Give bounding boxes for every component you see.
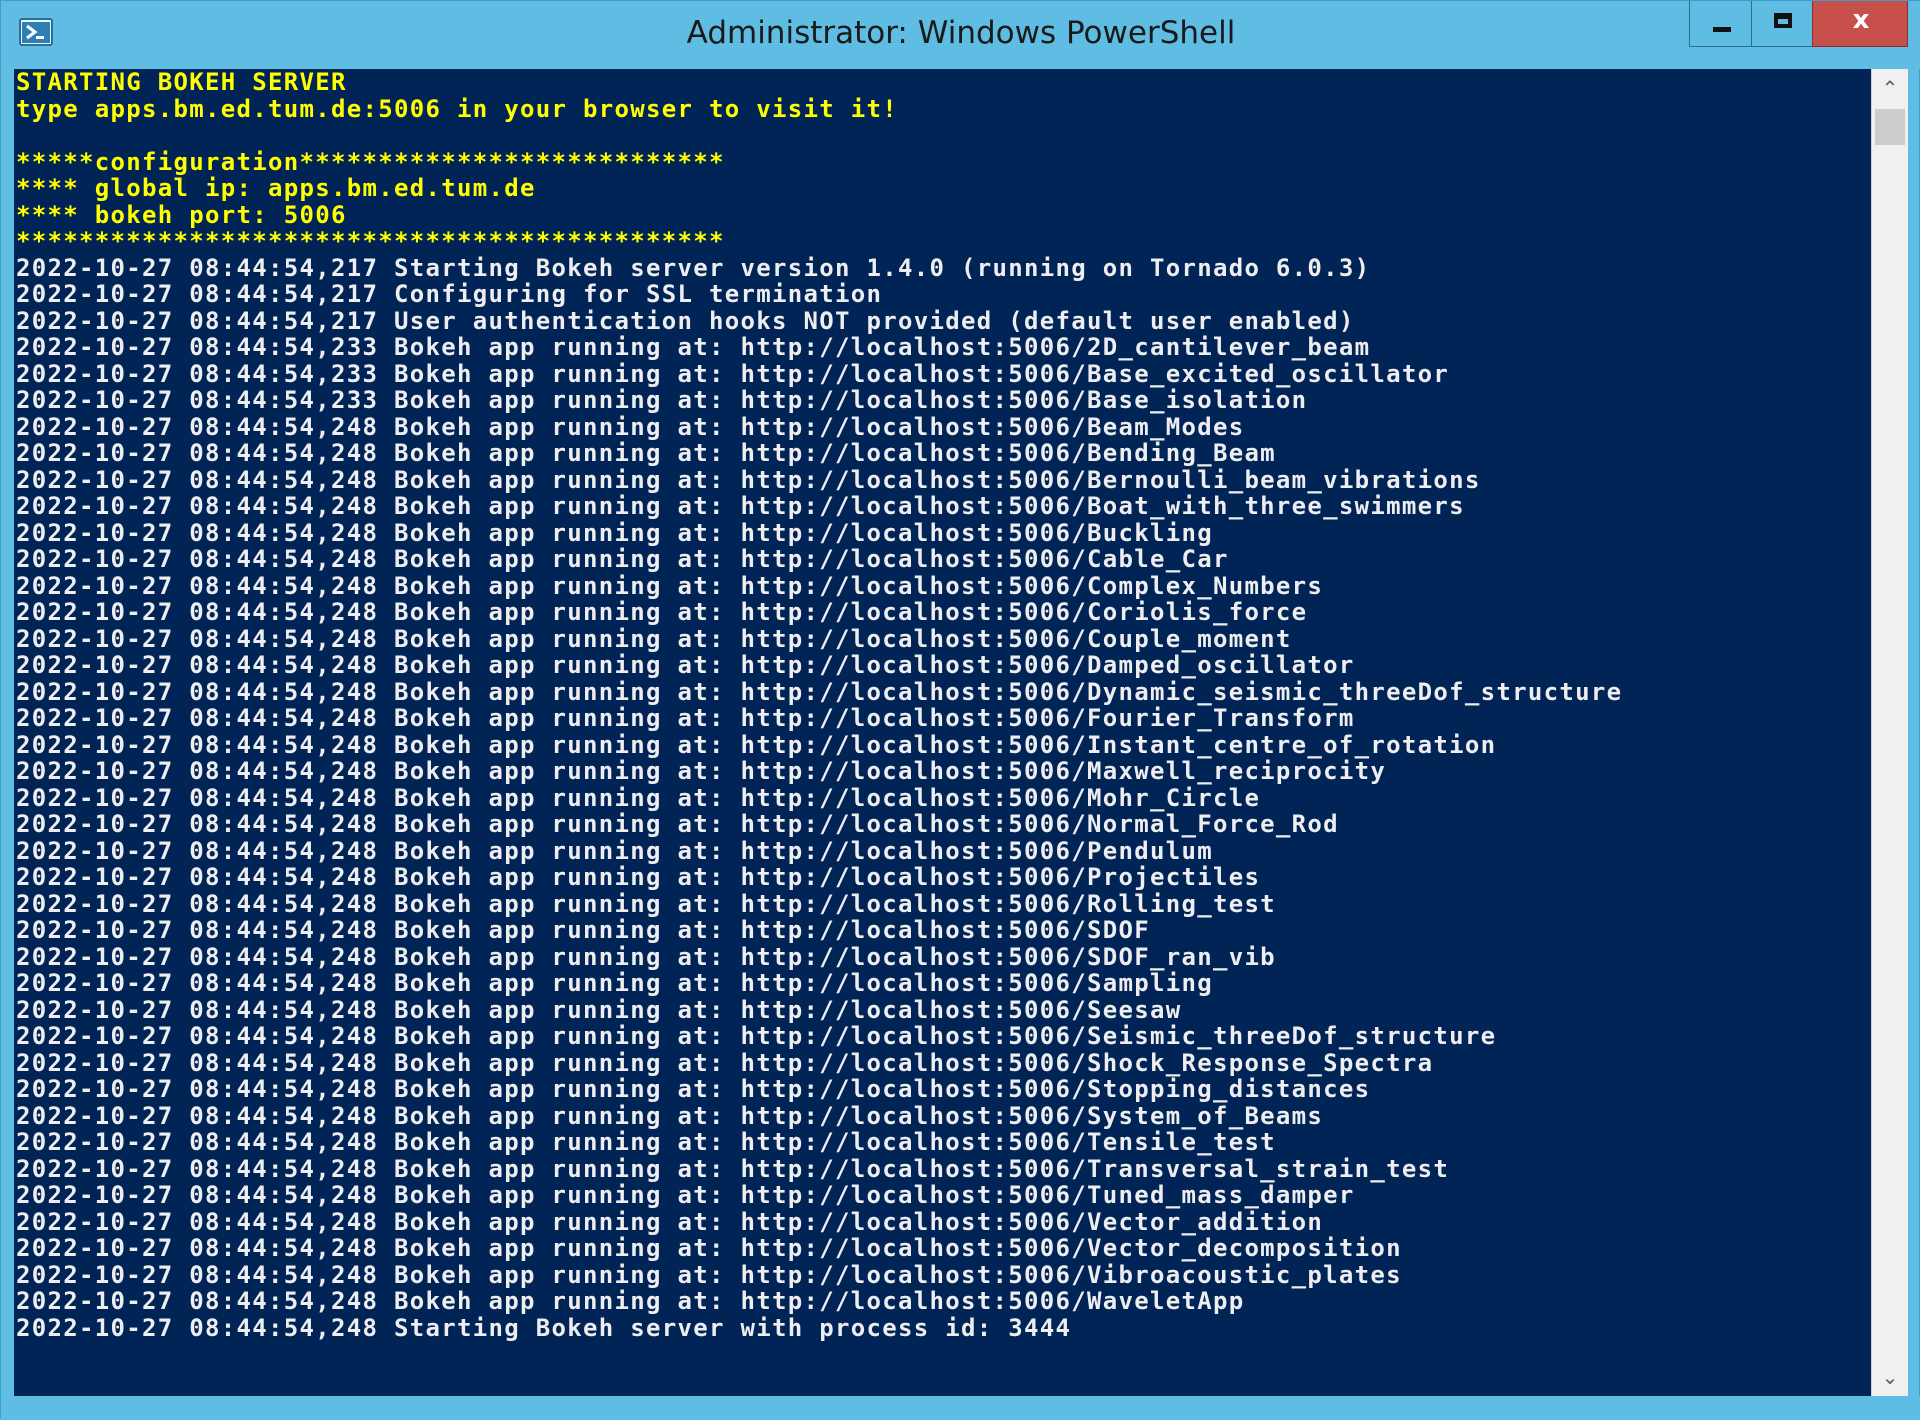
console-log-line: 2022-10-27 08:44:54,217 User authenticat… xyxy=(16,306,1355,335)
console-log-line: 2022-10-27 08:44:54,233 Bokeh app runnin… xyxy=(16,359,1450,388)
window-bottom-border xyxy=(1,1396,1920,1420)
minimize-button[interactable] xyxy=(1689,1,1752,47)
console-log-line: 2022-10-27 08:44:54,248 Bokeh app runnin… xyxy=(16,783,1261,812)
scroll-up-button[interactable]: ⌃ xyxy=(1872,69,1908,107)
console-log-line: 2022-10-27 08:44:54,248 Bokeh app runnin… xyxy=(16,942,1276,971)
console-log-line: 2022-10-27 08:44:54,248 Bokeh app runnin… xyxy=(16,677,1623,706)
maximize-icon xyxy=(1774,13,1792,28)
console-log-line: 2022-10-27 08:44:54,248 Bokeh app runnin… xyxy=(16,704,1355,732)
console-log-line: 2022-10-27 08:44:54,248 Bokeh app runnin… xyxy=(16,651,1355,679)
console-log-line: 2022-10-27 08:44:54,248 Bokeh app runnin… xyxy=(16,1075,1371,1103)
console-text: STARTING BOKEH SERVER type apps.bm.ed.tum… xyxy=(16,69,1622,1341)
console-log-line: 2022-10-27 08:44:54,248 Bokeh app runnin… xyxy=(16,465,1481,494)
console-header-line xyxy=(16,122,1622,149)
console-log-line: 2022-10-27 08:44:54,248 Bokeh app runnin… xyxy=(16,571,1324,600)
console-log-line: 2022-10-27 08:44:54,248 Bokeh app runnin… xyxy=(16,518,1213,547)
console-log-line: 2022-10-27 08:44:54,248 Bokeh app runnin… xyxy=(16,1181,1355,1209)
console-log-line: 2022-10-27 08:44:54,233 Bokeh app runnin… xyxy=(16,333,1371,361)
maximize-button[interactable] xyxy=(1751,1,1813,47)
console-header-line: ****************************************… xyxy=(16,227,725,255)
powershell-window: Administrator: Windows PowerShell x STAR… xyxy=(0,0,1920,1420)
console-log-line: 2022-10-27 08:44:54,217 Starting Bokeh s… xyxy=(16,253,1371,282)
console-log-line: 2022-10-27 08:44:54,248 Bokeh app runnin… xyxy=(16,624,1292,653)
console-log-line: 2022-10-27 08:44:54,248 Bokeh app runnin… xyxy=(16,1154,1450,1183)
console-log-line: 2022-10-27 08:44:54,248 Bokeh app runnin… xyxy=(16,1234,1402,1262)
console-log-line: 2022-10-27 08:44:54,248 Bokeh app runnin… xyxy=(16,889,1276,918)
console-log-line: 2022-10-27 08:44:54,248 Bokeh app runnin… xyxy=(16,545,1229,573)
console-log-line: 2022-10-27 08:44:54,248 Bokeh app runnin… xyxy=(16,1048,1434,1077)
console-output[interactable]: STARTING BOKEH SERVER type apps.bm.ed.tum… xyxy=(14,69,1871,1396)
console-log-line: 2022-10-27 08:44:54,248 Bokeh app runnin… xyxy=(16,1128,1276,1156)
console-header-line: **** bokeh port: 5006 xyxy=(16,200,347,229)
console-log-line: 2022-10-27 08:44:54,248 Bokeh app runnin… xyxy=(16,1207,1324,1236)
console-log-line: 2022-10-27 08:44:54,248 Bokeh app runnin… xyxy=(16,969,1213,997)
console-log-line: 2022-10-27 08:44:54,248 Bokeh app runnin… xyxy=(16,730,1497,759)
console-log-line: 2022-10-27 08:44:54,248 Bokeh app runnin… xyxy=(16,1287,1245,1315)
scroll-down-button[interactable]: ⌄ xyxy=(1872,1358,1908,1396)
close-button[interactable]: x xyxy=(1812,1,1908,47)
console-log-line: 2022-10-27 08:44:54,248 Bokeh app runnin… xyxy=(16,492,1465,520)
window-title: Administrator: Windows PowerShell xyxy=(686,15,1236,51)
console-header-line: type apps.bm.ed.tum.de:5006 in your brow… xyxy=(16,94,898,123)
console-log-line: 2022-10-27 08:44:54,248 Bokeh app runnin… xyxy=(16,836,1213,865)
console-header-line: **** global ip: apps.bm.ed.tum.de xyxy=(16,174,536,202)
console-log-line: 2022-10-27 08:44:54,217 Configuring for … xyxy=(16,280,883,308)
close-icon: x xyxy=(1852,5,1870,35)
console-log-line: 2022-10-27 08:44:54,248 Bokeh app runnin… xyxy=(16,916,1150,944)
console-log-line: 2022-10-27 08:44:54,248 Bokeh app runnin… xyxy=(16,1101,1324,1130)
console-log-line: 2022-10-27 08:44:54,248 Bokeh app runnin… xyxy=(16,598,1308,626)
scroll-thumb[interactable] xyxy=(1875,109,1905,145)
console-header-line: *****configuration**********************… xyxy=(16,147,725,176)
console-log-line: 2022-10-27 08:44:54,248 Starting Bokeh s… xyxy=(16,1313,1072,1342)
console-log-line: 2022-10-27 08:44:54,248 Bokeh app runnin… xyxy=(16,995,1182,1024)
title-bar[interactable]: Administrator: Windows PowerShell x xyxy=(1,1,1920,69)
console-log-line: 2022-10-27 08:44:54,248 Bokeh app runnin… xyxy=(16,1022,1497,1050)
console-header-line: STARTING BOKEH SERVER xyxy=(16,69,347,96)
console-log-line: 2022-10-27 08:44:54,248 Bokeh app runnin… xyxy=(16,439,1276,467)
console-log-line: 2022-10-27 08:44:54,248 Bokeh app runnin… xyxy=(16,412,1245,441)
console-log-line: 2022-10-27 08:44:54,248 Bokeh app runnin… xyxy=(16,757,1387,785)
console-log-line: 2022-10-27 08:44:54,248 Bokeh app runnin… xyxy=(16,863,1261,891)
vertical-scrollbar[interactable]: ⌃ ⌄ xyxy=(1871,69,1908,1396)
minimize-icon xyxy=(1713,27,1731,32)
console-log-line: 2022-10-27 08:44:54,248 Bokeh app runnin… xyxy=(16,1260,1402,1289)
console-log-line: 2022-10-27 08:44:54,248 Bokeh app runnin… xyxy=(16,810,1339,838)
console-log-line: 2022-10-27 08:44:54,233 Bokeh app runnin… xyxy=(16,386,1308,414)
